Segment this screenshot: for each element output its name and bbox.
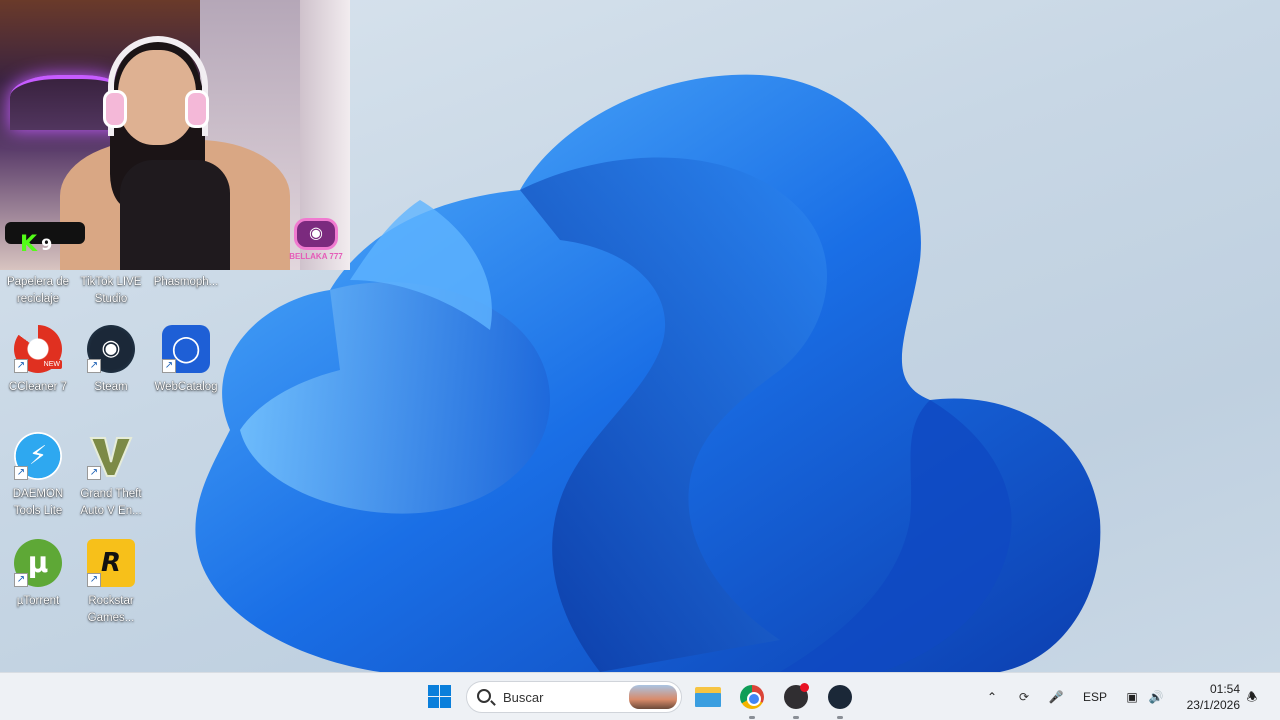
desktop-icon-gta-v[interactable]: ↗ Grand Theft Auto V En... — [73, 432, 149, 520]
sync-icon[interactable]: ⟳ — [1014, 687, 1034, 707]
shortcut-arrow-icon: ↗ — [87, 359, 101, 373]
clock-date: 23/1/2026 — [1186, 698, 1240, 712]
windows-logo-icon — [428, 685, 439, 696]
running-indicator — [749, 716, 755, 719]
taskbar: Buscar ⌃ ⟳ 🎤 ESP ▣ 🔊 01:54 23/1/2026 🕭 — [0, 672, 1280, 720]
search-icon — [477, 689, 491, 703]
desktop-icon-label: µTorrent — [16, 595, 60, 607]
recording-indicator-icon — [800, 683, 809, 692]
show-hidden-icons-chevron-up-icon[interactable]: ⌃ — [982, 687, 1002, 707]
shortcut-arrow-icon: ↗ — [87, 573, 101, 587]
taskbar-app-chrome[interactable] — [736, 681, 768, 719]
shortcut-arrow-icon: ↗ — [162, 359, 176, 373]
channel-name: BELLAKA 777 — [289, 252, 343, 261]
shortcut-arrow-icon: ↗ — [87, 466, 101, 480]
shortcut-arrow-icon: ↗ — [14, 573, 28, 587]
desktop-icon-label: WebCatalog — [154, 381, 218, 393]
webcam-overlay: K 9 ◉ BELLAKA 777 — [0, 0, 350, 270]
steam-icon — [828, 685, 852, 709]
headset-earcup-left — [103, 90, 127, 128]
headset-earcup-right — [185, 90, 209, 128]
desktop-icon-phasmophobia[interactable]: Phasmoph... — [148, 268, 224, 291]
taskbar-app-obs[interactable] — [780, 681, 812, 719]
desktop-icon-label: DAEMON Tools Lite — [12, 488, 64, 517]
desktop-icon-webcatalog[interactable]: ◯ ↗ WebCatalog — [148, 325, 224, 396]
desktop-icon-recycle-bin[interactable]: Papelera de reciclaje — [0, 268, 76, 308]
chrome-icon — [740, 685, 764, 709]
daemon-tools-icon: ⚡ ↗ — [14, 432, 62, 480]
microphone-icon[interactable]: 🎤 — [1046, 687, 1066, 707]
kick-viewer-count: 9 — [41, 235, 53, 254]
new-badge: NEW — [41, 360, 62, 369]
desktop-icon-label: Grand Theft Auto V En... — [80, 488, 142, 517]
search-highlight-image — [629, 685, 677, 709]
desktop-icon-label: Papelera de reciclaje — [6, 276, 70, 305]
desktop-icon-label: CCleaner 7 — [8, 381, 68, 393]
start-button[interactable] — [424, 681, 456, 713]
channel-logo: ◉ BELLAKA 777 — [282, 218, 350, 268]
desktop-icon-ccleaner[interactable]: NEW ↗ CCleaner 7 — [0, 325, 76, 396]
desktop-icon-rockstar-games[interactable]: R ↗ Rockstar Games... — [73, 539, 149, 627]
desktop-icon-label: TikTok LIVE Studio — [80, 276, 142, 305]
desktop-icon-label: Steam — [94, 381, 128, 393]
running-indicator — [793, 716, 799, 719]
kick-logo-icon: K — [20, 232, 38, 257]
notification-bell-icon[interactable]: 🕭 — [1242, 687, 1262, 707]
desktop-icon-tiktok-live-studio[interactable]: TikTok LIVE Studio — [73, 268, 149, 308]
desktop-icon-daemon-tools[interactable]: ⚡ ↗ DAEMON Tools Lite — [0, 432, 76, 520]
language-indicator[interactable]: ESP — [1080, 687, 1110, 707]
volume-icon[interactable]: 🔊 — [1146, 687, 1166, 707]
ccleaner-icon: NEW ↗ — [14, 325, 62, 373]
taskbar-app-steam[interactable] — [824, 681, 856, 719]
streamer-top — [120, 160, 230, 270]
steam-icon: ◉ ↗ — [87, 325, 135, 373]
kick-viewer-badge: K 9 — [20, 232, 52, 257]
clock-time: 01:54 — [1209, 682, 1240, 696]
utorrent-icon: μ ↗ — [14, 539, 62, 587]
desktop-icon-utorrent[interactable]: μ ↗ µTorrent — [0, 539, 76, 610]
gamepad-icon: ◉ — [294, 218, 338, 250]
shortcut-arrow-icon: ↗ — [14, 359, 28, 373]
desktop-icon-label: Rockstar Games... — [87, 595, 135, 624]
gta-v-icon: ↗ — [87, 432, 135, 480]
webcatalog-icon: ◯ ↗ — [162, 325, 210, 373]
running-indicator — [837, 716, 843, 719]
desktop-icon-label: Phasmoph... — [153, 276, 219, 288]
desktop-icon-steam[interactable]: ◉ ↗ Steam — [73, 325, 149, 396]
rockstar-icon: R ↗ — [87, 539, 135, 587]
shortcut-arrow-icon: ↗ — [14, 466, 28, 480]
search-placeholder: Buscar — [503, 690, 544, 705]
taskbar-clock[interactable]: 01:54 23/1/2026 — [1178, 681, 1240, 713]
taskbar-app-file-explorer[interactable] — [692, 681, 724, 713]
network-icon[interactable]: ▣ — [1122, 687, 1142, 707]
taskbar-search-box[interactable]: Buscar — [466, 681, 682, 713]
